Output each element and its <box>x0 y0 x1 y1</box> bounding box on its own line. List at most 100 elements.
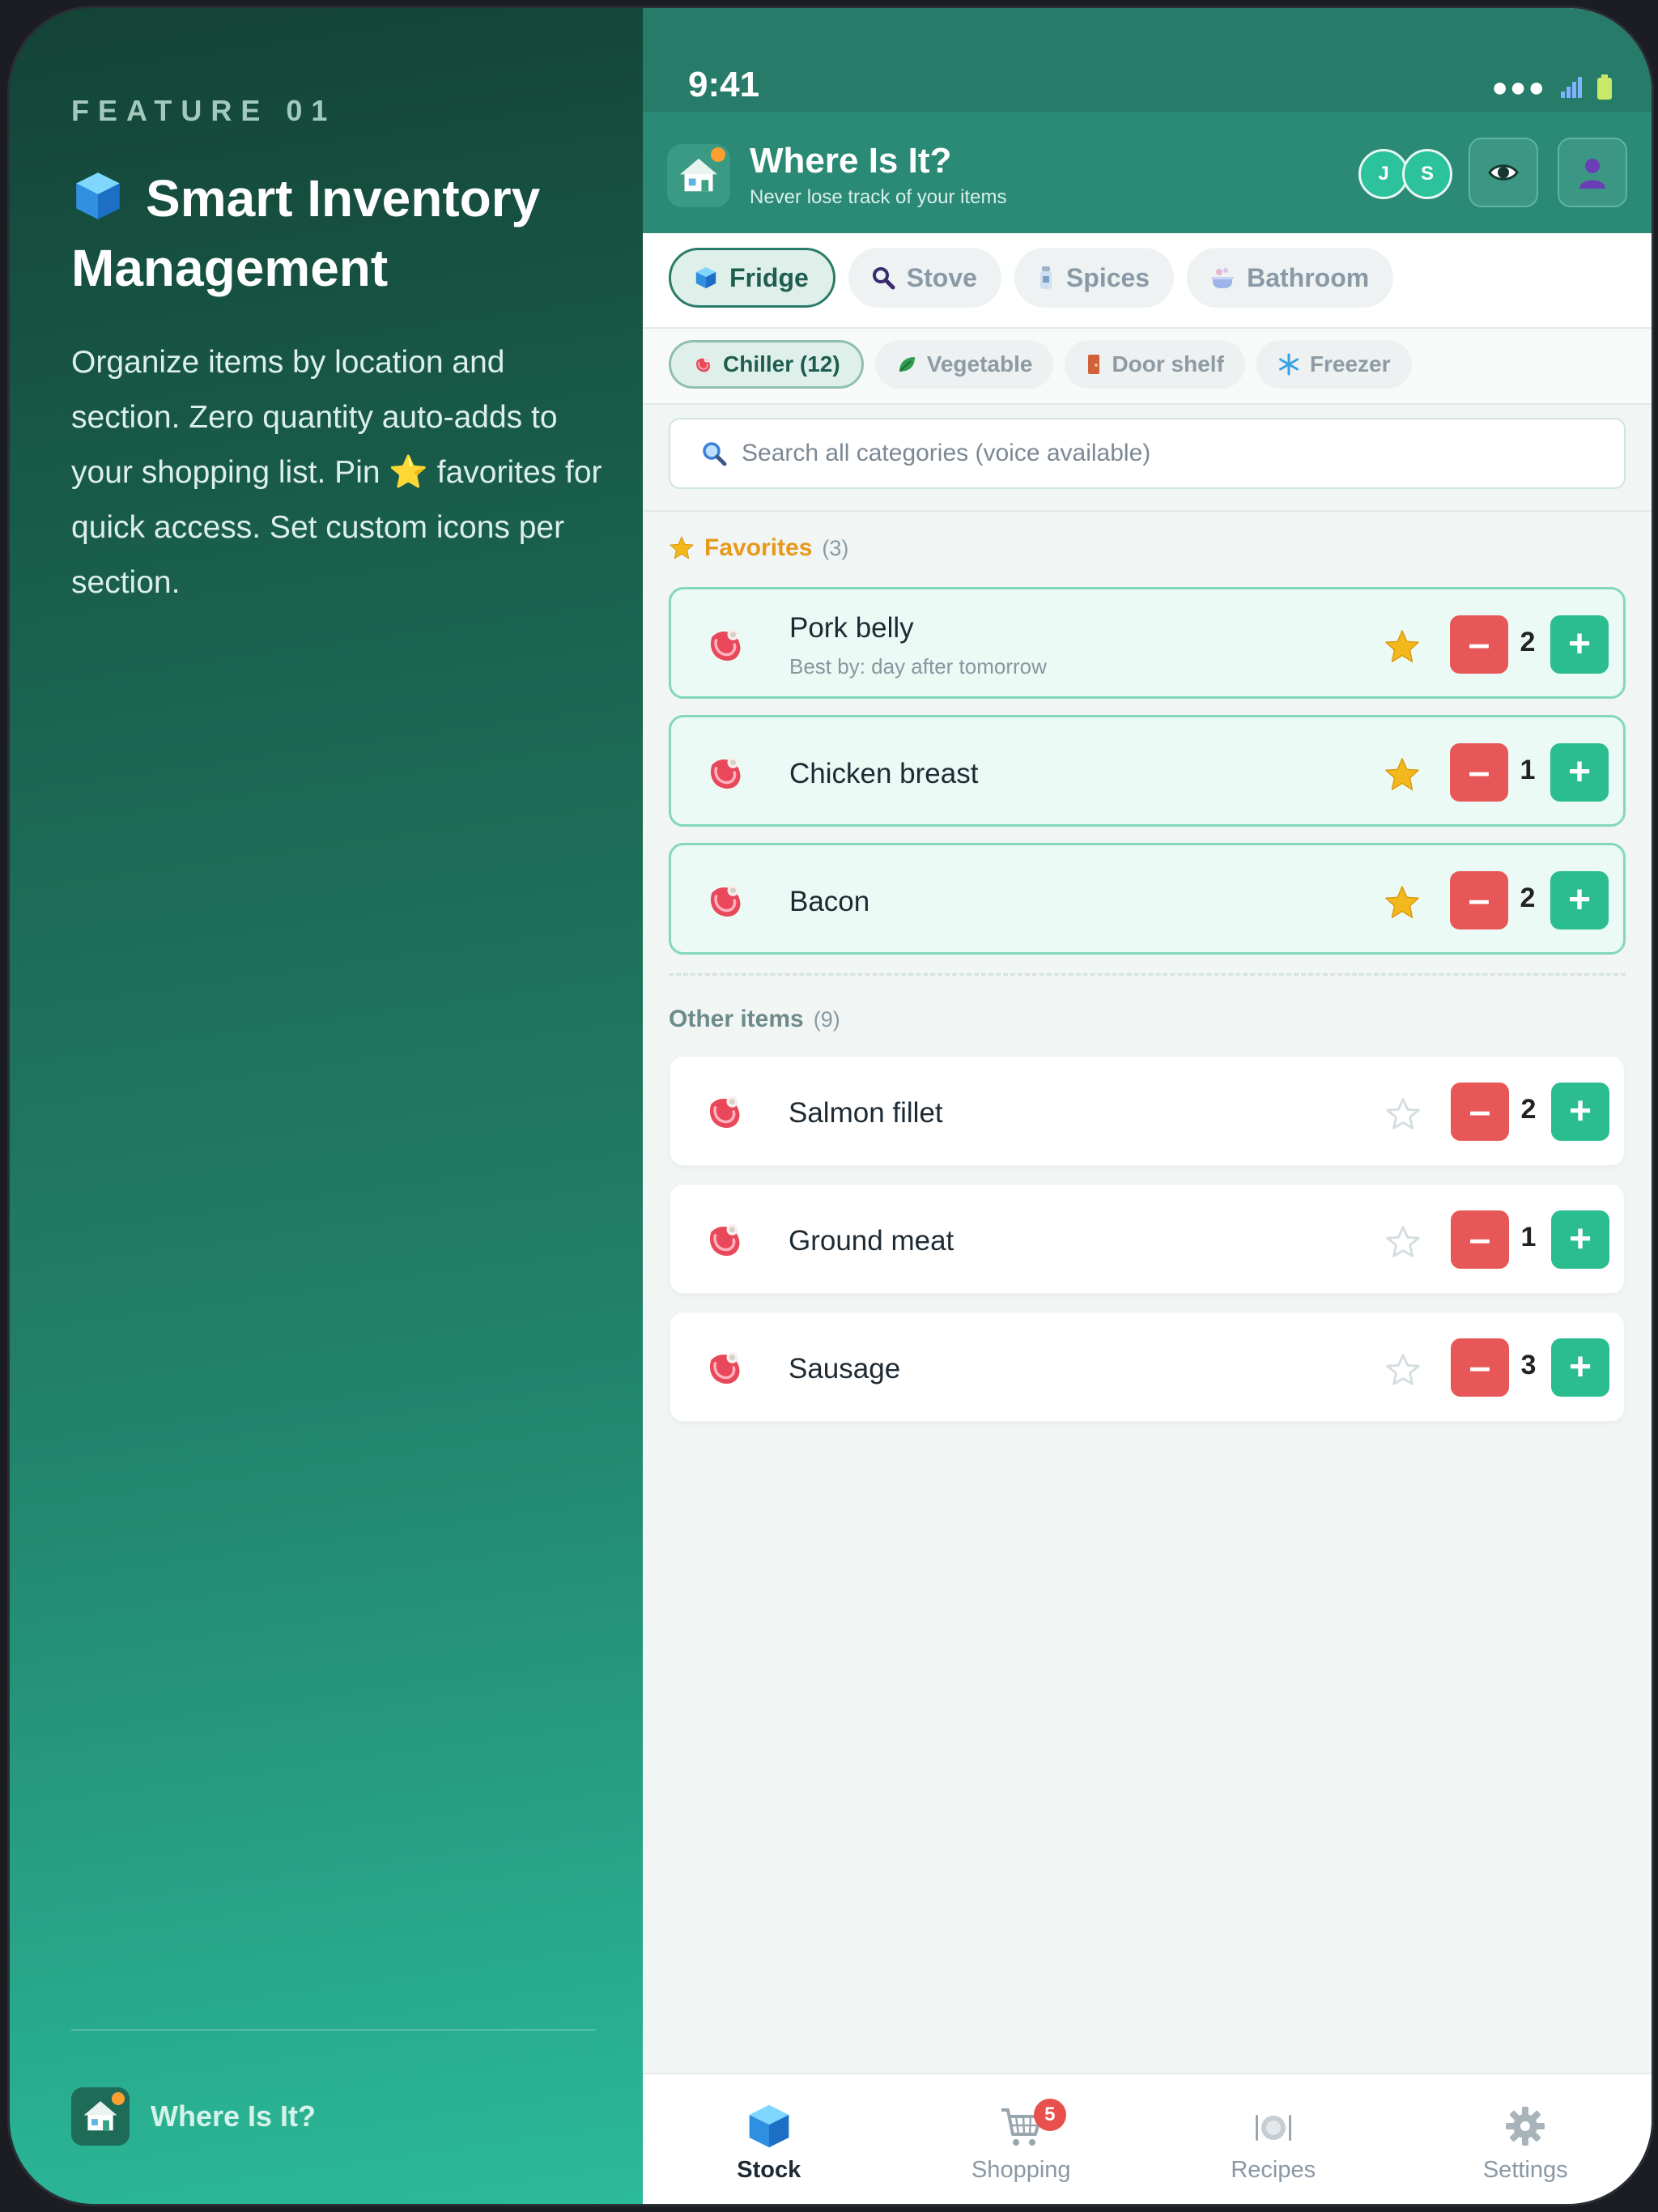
decrease-button[interactable]: – <box>1450 871 1508 929</box>
view-toggle-button[interactable] <box>1469 138 1538 207</box>
list-item[interactable]: Ground meat – 1 + <box>669 1183 1626 1295</box>
item-quantity: 2 <box>1520 1094 1537 1125</box>
tab-spices[interactable]: Spices <box>1014 248 1175 308</box>
battery-icon <box>1597 74 1612 100</box>
nav-label: Stock <box>737 2157 801 2183</box>
meat-icon <box>701 1089 746 1134</box>
bathtub-icon <box>1211 268 1235 288</box>
section-door-shelf[interactable]: Door shelf <box>1065 340 1245 389</box>
feature-kicker: FEATURE 01 <box>71 94 337 127</box>
item-quantity: 2 <box>1520 627 1536 657</box>
item-name: Sausage <box>789 1353 901 1385</box>
tab-label: Fridge <box>729 262 809 292</box>
group-divider <box>669 973 1626 976</box>
app-screen: 9:41 ●●● Where Is It? Never lose track o… <box>643 8 1652 2204</box>
meat-icon <box>702 622 747 667</box>
app-header: Where Is It? Never lose track of your it… <box>643 112 1652 233</box>
list-item[interactable]: Sausage – 3 + <box>669 1311 1626 1423</box>
nav-recipes[interactable]: Recipes <box>1147 2074 1400 2204</box>
door-icon <box>1088 355 1100 374</box>
search-input[interactable] <box>740 439 1472 468</box>
app-tagline: Never lose track of your items <box>750 186 1007 208</box>
plate-icon <box>1255 2115 1291 2141</box>
increase-button[interactable]: + <box>1550 743 1609 802</box>
item-quantity: 1 <box>1520 755 1536 785</box>
increase-button[interactable]: + <box>1550 615 1609 674</box>
section-label: Chiller (12) <box>723 351 840 376</box>
status-indicators: ●●● <box>1491 72 1613 103</box>
snowflake-icon <box>1279 353 1299 376</box>
increase-button[interactable]: + <box>1550 871 1609 929</box>
list-item[interactable]: Bacon – 2 + <box>669 843 1626 955</box>
wifi-icon <box>1561 77 1582 98</box>
section-freezer[interactable]: Freezer <box>1256 340 1412 389</box>
star-icon <box>669 535 695 561</box>
tab-label: Stove <box>906 262 977 292</box>
section-label: Door shelf <box>1112 351 1224 376</box>
tab-fridge[interactable]: Fridge <box>669 248 835 308</box>
meat-icon <box>702 878 747 923</box>
tab-bathroom[interactable]: Bathroom <box>1187 248 1394 308</box>
favorite-star-outline-icon[interactable] <box>1384 1351 1422 1389</box>
item-quantity: 3 <box>1520 1350 1537 1380</box>
decrease-button[interactable]: – <box>1451 1338 1509 1397</box>
eye-icon <box>1488 164 1519 181</box>
item-name: Pork belly <box>789 612 914 644</box>
cube-icon <box>71 169 125 223</box>
section-vegetable[interactable]: Vegetable <box>874 340 1054 389</box>
increase-button[interactable]: + <box>1551 1083 1609 1141</box>
other-items-count: (9) <box>813 1007 840 1032</box>
item-name: Ground meat <box>789 1225 954 1257</box>
increase-button[interactable]: + <box>1551 1210 1609 1269</box>
tab-label: Spices <box>1065 262 1150 292</box>
favorite-star-outline-icon[interactable] <box>1384 1223 1422 1261</box>
nav-label: Recipes <box>1231 2157 1316 2183</box>
feature-description: Organize items by location and section. … <box>71 345 602 600</box>
leaf-icon <box>899 357 915 372</box>
favorite-star-icon[interactable] <box>1384 628 1421 666</box>
list-item[interactable]: Pork belly Best by: day after tomorrow –… <box>669 587 1626 699</box>
profile-button[interactable] <box>1558 138 1627 207</box>
location-tabs-bar: Fridge Stove Spices Bathroom <box>643 233 1652 329</box>
favorite-star-outline-icon[interactable] <box>1384 1095 1422 1133</box>
favorite-star-icon[interactable] <box>1384 884 1421 921</box>
meat-icon <box>692 354 713 375</box>
spice-bottle-icon <box>1039 266 1052 289</box>
tab-stove[interactable]: Stove <box>848 248 1001 308</box>
favorites-count: (3) <box>822 536 849 560</box>
feature-panel: FEATURE 01 Smart Inventory Management Or… <box>10 8 643 2204</box>
app-name: Where Is It? <box>750 141 952 181</box>
meat-icon <box>701 1345 746 1390</box>
section-label: Vegetable <box>926 351 1033 376</box>
decrease-button[interactable]: – <box>1451 1083 1509 1141</box>
section-chiller[interactable]: Chiller (12) <box>669 340 864 389</box>
search-icon <box>703 442 727 466</box>
decrease-button[interactable]: – <box>1451 1210 1509 1269</box>
search-box[interactable] <box>669 418 1626 489</box>
item-name: Chicken breast <box>789 758 979 789</box>
avatar[interactable]: S <box>1402 149 1452 199</box>
nav-settings[interactable]: Settings <box>1400 2074 1652 2204</box>
gear-icon <box>1506 2107 1545 2146</box>
nav-label: Shopping <box>971 2157 1071 2183</box>
device-frame: FEATURE 01 Smart Inventory Management Or… <box>10 8 1652 2204</box>
nav-stock[interactable]: Stock <box>643 2074 895 2204</box>
nav-shopping[interactable]: 5 Shopping <box>895 2074 1148 2204</box>
member-avatars[interactable]: J S <box>1358 149 1452 199</box>
status-bar: 9:41 ●●● <box>643 8 1652 112</box>
decrease-button[interactable]: – <box>1450 615 1508 674</box>
avatar[interactable]: J <box>1358 149 1409 199</box>
list-item[interactable]: Chicken breast – 1 + <box>669 715 1626 827</box>
tab-label: Bathroom <box>1247 262 1370 292</box>
increase-button[interactable]: + <box>1551 1338 1609 1397</box>
favorite-star-icon[interactable] <box>1384 756 1421 793</box>
brand-name: Where Is It? <box>151 2099 317 2133</box>
section-label: Freezer <box>1309 351 1391 376</box>
item-best-by: Best by: day after tomorrow <box>789 654 1047 678</box>
decrease-button[interactable]: – <box>1450 743 1508 802</box>
other-items-title: Other items <box>669 1006 804 1032</box>
meat-icon <box>701 1217 746 1262</box>
item-name: Salmon fillet <box>789 1097 943 1129</box>
list-item[interactable]: Salmon fillet – 2 + <box>669 1055 1626 1167</box>
signal-dots-icon: ●●● <box>1491 72 1546 103</box>
